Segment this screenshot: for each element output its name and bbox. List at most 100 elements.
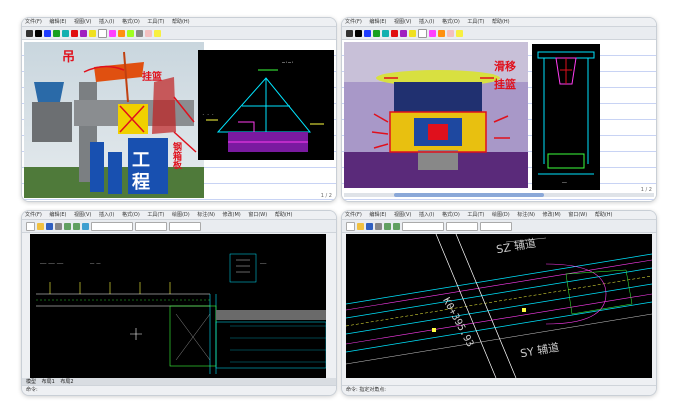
color-red[interactable] (391, 29, 398, 37)
menu-modify[interactable]: 修改(M) (223, 212, 241, 218)
menu-help[interactable]: 帮助(H) (595, 212, 613, 218)
linetype-dropdown[interactable] (446, 221, 478, 231)
color-green[interactable] (53, 29, 60, 37)
menu-format[interactable]: 格式(O) (442, 212, 460, 218)
menu-edit[interactable]: 编辑(E) (369, 212, 386, 218)
color-black[interactable] (35, 29, 42, 37)
menu-help[interactable]: 帮助(H) (492, 19, 510, 25)
panel-bottom-left: 文件(F) 编辑(E) 视图(V) 插入(I) 格式(O) 工具(T) 绘图(D… (21, 210, 337, 396)
color-gray[interactable] (136, 29, 143, 37)
menu-tools[interactable]: 工具(T) (467, 212, 484, 218)
menu-edit[interactable]: 编辑(E) (49, 212, 66, 218)
redo-icon[interactable] (73, 222, 80, 230)
menu-file[interactable]: 文件(F) (345, 19, 362, 25)
menu-dimension[interactable]: 标注(N) (517, 212, 535, 218)
cad-toolbar (22, 220, 336, 233)
menu-bar[interactable]: 文件(F) 编辑(E) 视图(V) 插入(I) 格式(O) 工具(T) 帮助(H… (342, 18, 656, 27)
color-red[interactable] (71, 29, 78, 37)
menu-edit[interactable]: 编辑(E) (49, 19, 66, 25)
pen-tool-icon[interactable] (26, 29, 33, 37)
menu-view[interactable]: 视图(V) (74, 212, 91, 218)
print-icon[interactable] (375, 222, 382, 230)
menu-help[interactable]: 帮助(H) (275, 212, 293, 218)
menu-edit[interactable]: 编辑(E) (369, 19, 386, 25)
eraser-icon[interactable] (145, 29, 152, 37)
new-file-icon[interactable] (346, 221, 355, 231)
menu-bar[interactable]: 文件(F) 编辑(E) 视图(V) 插入(I) 格式(O) 工具(T) 绘图(D… (22, 211, 336, 220)
menu-tools[interactable]: 工具(T) (467, 19, 484, 25)
scrollbar-thumb[interactable] (394, 193, 544, 197)
color-yellow[interactable] (89, 29, 96, 37)
menu-bar[interactable]: 文件(F) 编辑(E) 视图(V) 插入(I) 格式(O) 工具(T) 绘图(D… (342, 211, 656, 220)
zoom-icon[interactable] (82, 222, 89, 230)
menu-insert[interactable]: 插入(I) (99, 212, 114, 218)
color-white[interactable] (98, 28, 107, 38)
annotation-hoist: 吊 (62, 50, 76, 65)
color-lime[interactable] (127, 29, 134, 37)
menu-insert[interactable]: 插入(I) (99, 19, 114, 25)
menu-file[interactable]: 文件(F) (345, 212, 362, 218)
eraser-icon[interactable] (447, 29, 454, 37)
layer-dropdown[interactable] (91, 221, 133, 231)
cad-toolbar (342, 220, 656, 233)
command-line[interactable]: 命令: 指定对角点: (342, 385, 656, 395)
menu-bar[interactable]: 文件(F) 编辑(E) 视图(V) 插入(I) 格式(O) 工具(T) 帮助(H… (22, 18, 336, 27)
save-icon[interactable] (366, 222, 373, 230)
pen-tool-icon[interactable] (346, 29, 353, 37)
color-purple[interactable] (80, 29, 87, 37)
menu-insert[interactable]: 插入(I) (419, 212, 434, 218)
lineweight-dropdown[interactable] (480, 221, 512, 231)
print-icon[interactable] (55, 222, 62, 230)
color-green[interactable] (373, 29, 380, 37)
menu-help[interactable]: 帮助(H) (172, 19, 190, 25)
horizontal-scrollbar[interactable] (344, 193, 654, 197)
menu-view[interactable]: 视图(V) (394, 212, 411, 218)
menu-format[interactable]: 格式(O) (442, 19, 460, 25)
cad-model-space[interactable]: SZ 辅道 SY 辅道 K0+395.93 (346, 234, 652, 378)
menu-draw[interactable]: 绘图(D) (492, 212, 510, 218)
color-white[interactable] (418, 28, 427, 38)
color-yellow[interactable] (409, 29, 416, 37)
highlighter-icon[interactable] (154, 29, 161, 37)
color-purple[interactable] (400, 29, 407, 37)
command-line[interactable]: 命令: (22, 385, 336, 395)
color-blue[interactable] (44, 29, 51, 37)
color-blue[interactable] (364, 29, 371, 37)
color-teal[interactable] (382, 29, 389, 37)
menu-tools[interactable]: 工具(T) (147, 212, 164, 218)
menu-view[interactable]: 视图(V) (74, 19, 91, 25)
menu-file[interactable]: 文件(F) (25, 19, 42, 25)
menu-window[interactable]: 窗口(W) (568, 212, 587, 218)
menu-file[interactable]: 文件(F) (25, 212, 42, 218)
color-magenta[interactable] (109, 29, 116, 37)
menu-format[interactable]: 格式(O) (122, 212, 140, 218)
redo-icon[interactable] (393, 222, 400, 230)
truss-drawing: —·—· · · · (202, 60, 324, 152)
save-icon[interactable] (46, 222, 53, 230)
color-orange[interactable] (438, 29, 445, 37)
layer-dropdown[interactable] (402, 221, 444, 231)
menu-modify[interactable]: 修改(M) (543, 212, 561, 218)
linetype-dropdown[interactable] (135, 221, 167, 231)
panel-top-right: 文件(F) 编辑(E) 视图(V) 插入(I) 格式(O) 工具(T) 帮助(H… (341, 17, 657, 202)
lineweight-dropdown[interactable] (169, 221, 201, 231)
menu-view[interactable]: 视图(V) (394, 19, 411, 25)
menu-draw[interactable]: 绘图(D) (172, 212, 190, 218)
highlighter-icon[interactable] (456, 29, 463, 37)
color-black[interactable] (355, 29, 362, 37)
undo-icon[interactable] (384, 222, 391, 230)
undo-icon[interactable] (64, 222, 71, 230)
open-file-icon[interactable] (37, 222, 44, 230)
menu-format[interactable]: 格式(O) (122, 19, 140, 25)
cad-model-space[interactable]: ——— ——— ——— —— —— ——— (30, 234, 326, 378)
new-file-icon[interactable] (26, 221, 35, 231)
color-orange[interactable] (118, 29, 125, 37)
menu-tools[interactable]: 工具(T) (147, 19, 164, 25)
menu-dimension[interactable]: 标注(N) (197, 212, 215, 218)
color-magenta[interactable] (429, 29, 436, 37)
menu-window[interactable]: 窗口(W) (248, 212, 267, 218)
open-file-icon[interactable] (357, 222, 364, 230)
menu-insert[interactable]: 插入(I) (419, 19, 434, 25)
color-teal[interactable] (62, 29, 69, 37)
svg-text:———: ——— (260, 261, 267, 265)
